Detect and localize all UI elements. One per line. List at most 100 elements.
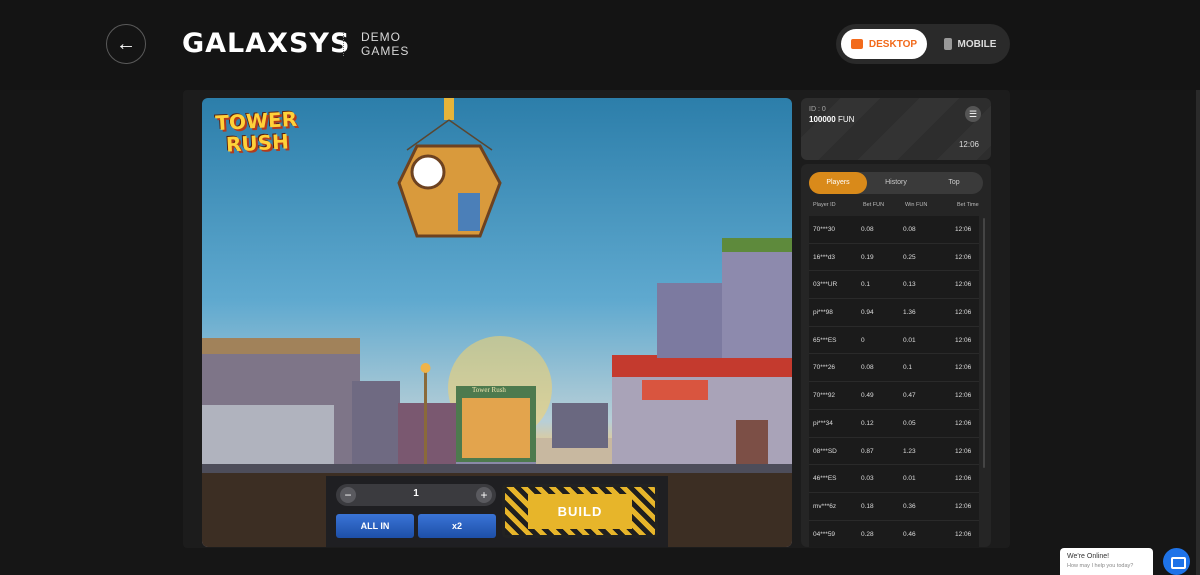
cell-bet-time: 12:06 [955,392,972,400]
cell-bet-time: 12:06 [955,226,972,233]
table-row: 04***59 0.28 0.46 12:06 [809,520,979,547]
cell-player-id: 16***d3 [813,253,836,261]
cell-bet: 0.87 [861,447,874,455]
cell-bet: 0 [861,336,865,344]
tab-top[interactable]: Top [925,172,983,194]
window-awning [642,380,708,400]
balance: 100000 FUN [809,115,854,124]
tab-history[interactable]: History [867,172,925,194]
cell-bet-time: 12:06 [955,475,972,483]
shop-window [462,398,530,458]
striped-awning [612,355,792,377]
cell-win: 0.47 [903,392,916,400]
cell-win: 0.36 [903,502,916,510]
table-row: 70***92 0.49 0.47 12:06 [809,382,979,410]
table-row: 70***26 0.08 0.1 12:06 [809,354,979,383]
build-button[interactable]: BUILD [502,484,658,538]
street-lamp [424,370,427,468]
device-mode-toggle: DESKTOP MOBILE [836,24,1010,64]
cell-bet: 0.49 [861,392,874,400]
all-in-button[interactable]: ALL IN [336,514,414,538]
increase-bet-button[interactable]: + [476,487,492,503]
cell-player-id: pi***98 [813,309,833,317]
cell-bet: 0.1 [861,281,871,289]
cell-bet: 0.19 [861,253,874,261]
cell-player-id: 70***26 [813,364,836,372]
table-row: pi***98 0.94 1.36 12:06 [809,299,979,327]
table-row: mv***6z 0.18 0.36 12:06 [809,492,979,521]
cell-bet-time: 12:06 [955,502,972,510]
cell-bet: 0.08 [861,364,874,372]
tall-building-2 [722,248,792,358]
cell-bet: 0.94 [861,309,874,317]
brand-logo: GALAXSYS [182,28,351,59]
cell-player-id: 70***30 [813,226,836,233]
phone-icon [943,38,952,50]
back-button[interactable]: ← [106,24,146,64]
cell-player-id: pi***34 [813,419,833,427]
cell-player-id: 03***UR [813,281,838,289]
cell-win: 0.25 [903,253,916,261]
demo-line-1: DEMO [361,30,401,44]
double-bet-button[interactable]: x2 [418,514,496,538]
bet-stepper: − 1 + [336,484,496,506]
col-bet-time: Bet Time [957,202,979,208]
clock-time: 12:06 [958,140,979,149]
chat-greeting[interactable]: We're Online! How may I help you today? [1060,548,1153,575]
arrow-left-icon: ← [116,32,136,55]
mobile-mode-label: MOBILE [957,38,997,50]
col-bet: Bet FUN [863,202,885,208]
cell-bet: 0.12 [861,419,874,427]
chat-subtitle: How may I help you today? [1067,563,1134,569]
top-bar: ← GALAXSYS DEMO GAMES DESKTOP MOBILE [0,0,1200,90]
bets-scrollbar[interactable] [983,218,985,468]
table-row: 08***SD 0.87 1.23 12:06 [809,437,979,466]
col-win: Win FUN [905,202,928,208]
player-id: ID : 0 [809,106,826,113]
table-row: 03***UR 0.1 0.13 12:06 [809,271,979,300]
demo-games-label: DEMO GAMES [361,30,409,58]
logo-line-2: RUSH [225,129,290,157]
chat-icon[interactable] [1163,548,1190,575]
crane-cable [444,98,454,120]
mobile-mode-button[interactable]: MOBILE [936,29,1004,59]
cell-win: 1.23 [903,447,916,455]
left-building-2 [352,381,400,467]
monitor-icon [850,39,863,49]
cell-win: 0.1 [903,364,913,372]
cell-bet-time: 12:06 [955,364,972,372]
table-row: 65***ES 0 0.01 12:06 [809,326,979,355]
cell-bet-time: 12:06 [955,253,972,261]
cell-player-id: 04***59 [813,530,836,538]
build-button-label: BUILD [527,493,633,529]
round-window [410,154,446,190]
cell-bet-time: 12:06 [955,309,972,317]
cell-win: 0.05 [903,419,916,427]
tower-rush-logo: TOWER RUSH [213,107,302,164]
cell-bet: 0.18 [861,502,874,510]
warehouse-roof [202,338,360,354]
table-row: pi***34 0.12 0.05 12:06 [809,409,979,438]
cell-win: 0.01 [903,475,916,483]
lamp-light [420,363,431,373]
cell-win: 0.46 [903,530,916,538]
account-panel: ID : 0 100000 FUN ☰ 12:06 [801,98,991,160]
game-canvas[interactable]: Tower Rush TOWER RUSH − 1 + ALL IN x2 BU… [202,98,792,547]
cell-bet: 0.08 [861,226,874,233]
cell-win: 0.01 [903,336,916,344]
demo-line-2: GAMES [361,44,410,58]
desktop-mode-button[interactable]: DESKTOP [841,29,927,59]
balance-currency: FUN [837,115,855,124]
cell-player-id: 08***SD [813,447,837,455]
cell-player-id: 46***ES [813,475,837,483]
tab-players[interactable]: Players [809,172,867,194]
hamburger-icon[interactable]: ☰ [965,106,981,122]
mid-building [552,403,608,448]
bets-table-body: 70***30 0.08 0.08 12:06 16***d3 0.19 0.25 12:06… [809,216,979,547]
cell-player-id: 65***ES [813,336,837,344]
cell-win: 0.13 [903,281,916,289]
decrease-bet-button[interactable]: − [340,487,356,503]
cell-bet: 0.28 [861,530,874,538]
cell-player-id: 70***92 [813,392,836,400]
bet-amount-value[interactable]: 1 [366,488,466,499]
